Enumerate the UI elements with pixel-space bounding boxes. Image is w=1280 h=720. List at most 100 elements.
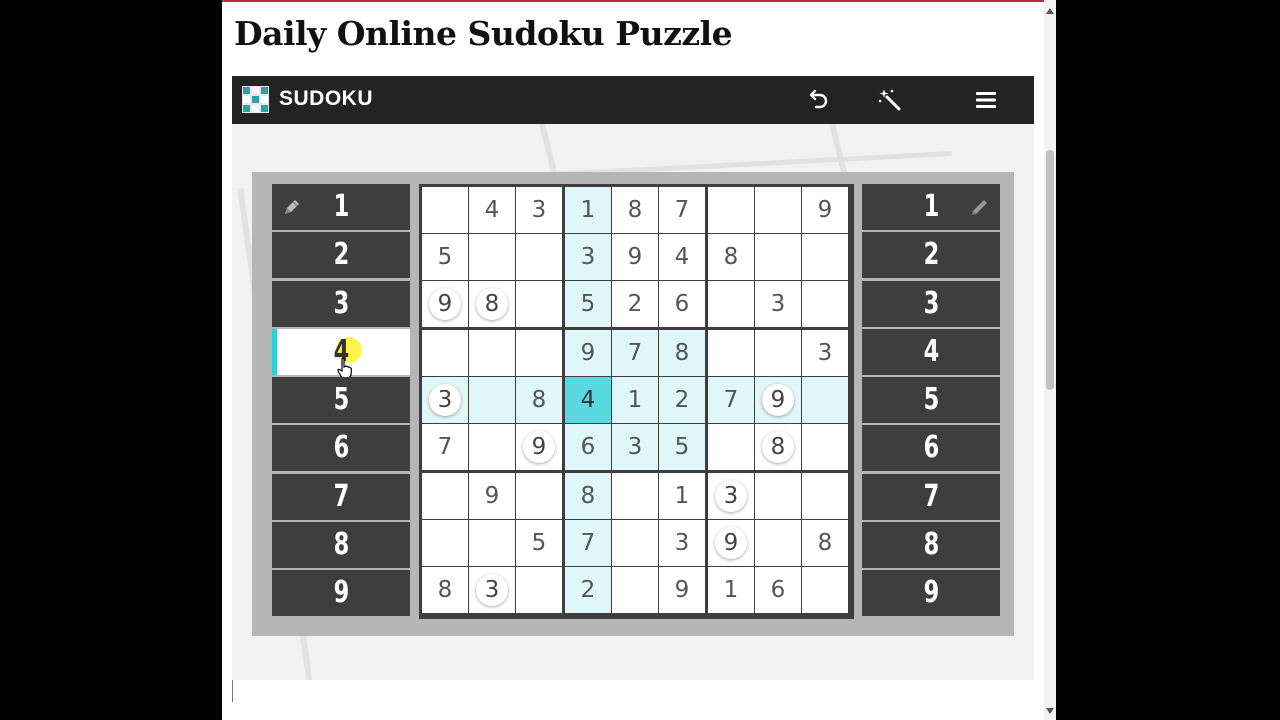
grid-cell[interactable] <box>802 424 848 470</box>
grid-cell[interactable] <box>755 187 801 233</box>
grid-cell[interactable] <box>516 330 562 376</box>
grid-cell[interactable]: 3 <box>659 520 705 566</box>
grid-cell[interactable] <box>469 424 515 470</box>
grid-cell[interactable]: 8 <box>565 473 611 519</box>
grid-cell[interactable] <box>802 377 848 423</box>
right-number-button[interactable]: 3 <box>862 280 1000 327</box>
grid-cell[interactable]: 1 <box>708 567 754 613</box>
undo-button[interactable] <box>802 84 834 116</box>
grid-cell[interactable]: 9 <box>802 187 848 233</box>
grid-cell[interactable]: 5 <box>565 281 611 327</box>
grid-cell[interactable] <box>755 330 801 376</box>
grid-cell[interactable]: 3 <box>612 424 658 470</box>
grid-cell[interactable] <box>802 281 848 327</box>
grid-cell[interactable]: 9 <box>422 281 468 327</box>
right-number-button[interactable]: 5 <box>862 377 1000 423</box>
grid-cell[interactable]: 1 <box>612 377 658 423</box>
grid-cell[interactable]: 3 <box>802 330 848 376</box>
grid-cell[interactable]: 9 <box>612 234 658 280</box>
menu-button[interactable] <box>970 84 1002 116</box>
grid-cell[interactable]: 6 <box>755 567 801 613</box>
grid-cell[interactable]: 5 <box>659 424 705 470</box>
grid-cell[interactable] <box>516 281 562 327</box>
grid-cell[interactable] <box>802 567 848 613</box>
grid-cell[interactable]: 3 <box>516 187 562 233</box>
grid-cell[interactable] <box>708 424 754 470</box>
grid-cell[interactable]: 2 <box>612 281 658 327</box>
left-number-button[interactable]: 8 <box>272 521 410 568</box>
grid-cell[interactable] <box>708 330 754 376</box>
grid-cell[interactable]: 8 <box>612 187 658 233</box>
left-number-button[interactable]: 7 <box>272 473 410 520</box>
right-number-button[interactable]: 9 <box>862 570 1000 616</box>
right-number-button[interactable]: 2 <box>862 232 1000 279</box>
grid-cell[interactable]: 9 <box>516 424 562 470</box>
grid-cell[interactable] <box>469 234 515 280</box>
grid-cell[interactable]: 7 <box>659 187 705 233</box>
grid-cell[interactable] <box>802 234 848 280</box>
grid-cell[interactable] <box>708 281 754 327</box>
grid-cell[interactable] <box>708 187 754 233</box>
right-number-button[interactable]: 6 <box>862 425 1000 472</box>
grid-cell[interactable] <box>516 234 562 280</box>
grid-cell[interactable]: 5 <box>516 520 562 566</box>
grid-cell[interactable]: 6 <box>565 424 611 470</box>
grid-cell[interactable]: 7 <box>565 520 611 566</box>
grid-cell[interactable]: 8 <box>802 520 848 566</box>
grid-cell[interactable]: 7 <box>708 377 754 423</box>
left-number-button[interactable]: 6 <box>272 425 410 472</box>
grid-cell[interactable]: 1 <box>565 187 611 233</box>
left-number-button[interactable]: 3 <box>272 280 410 327</box>
scroll-down-arrow-icon[interactable] <box>1046 708 1054 714</box>
grid-cell[interactable]: 7 <box>422 424 468 470</box>
left-number-button[interactable]: 9 <box>272 570 410 616</box>
grid-cell[interactable]: 9 <box>469 473 515 519</box>
scrollbar-thumb[interactable] <box>1046 150 1054 390</box>
grid-cell[interactable]: 8 <box>755 424 801 470</box>
grid-cell[interactable]: 9 <box>708 520 754 566</box>
grid-cell[interactable] <box>469 520 515 566</box>
grid-cell[interactable]: 2 <box>565 567 611 613</box>
grid-cell[interactable] <box>422 187 468 233</box>
hint-button[interactable] <box>874 84 906 116</box>
grid-cell[interactable]: 8 <box>516 377 562 423</box>
grid-cell[interactable] <box>612 473 658 519</box>
grid-cell[interactable]: 8 <box>422 567 468 613</box>
grid-cell[interactable]: 3 <box>422 377 468 423</box>
left-number-button[interactable]: 5 <box>272 377 410 423</box>
grid-cell[interactable]: 4 <box>565 377 611 423</box>
page-scrollbar[interactable] <box>1044 0 1056 720</box>
grid-cell[interactable] <box>422 520 468 566</box>
right-number-button[interactable]: 4 <box>862 328 1000 375</box>
grid-cell[interactable] <box>469 330 515 376</box>
grid-cell[interactable] <box>516 473 562 519</box>
grid-cell[interactable] <box>516 567 562 613</box>
grid-cell[interactable] <box>422 473 468 519</box>
grid-cell[interactable] <box>755 520 801 566</box>
grid-cell[interactable]: 3 <box>469 567 515 613</box>
grid-cell[interactable]: 4 <box>469 187 515 233</box>
grid-cell[interactable]: 2 <box>659 377 705 423</box>
left-number-button[interactable]: 4 <box>272 328 410 379</box>
grid-cell[interactable]: 9 <box>659 567 705 613</box>
grid-cell[interactable]: 8 <box>469 281 515 327</box>
grid-cell[interactable]: 3 <box>755 281 801 327</box>
grid-cell[interactable]: 7 <box>612 330 658 376</box>
scroll-up-arrow-icon[interactable] <box>1046 8 1054 14</box>
grid-cell[interactable]: 8 <box>708 234 754 280</box>
right-number-button[interactable]: 7 <box>862 473 1000 520</box>
grid-cell[interactable] <box>755 234 801 280</box>
grid-cell[interactable]: 8 <box>659 330 705 376</box>
grid-cell[interactable] <box>469 377 515 423</box>
grid-cell[interactable] <box>612 520 658 566</box>
grid-cell[interactable]: 3 <box>708 473 754 519</box>
grid-cell[interactable]: 9 <box>755 377 801 423</box>
grid-cell[interactable] <box>755 473 801 519</box>
grid-cell[interactable]: 1 <box>659 473 705 519</box>
grid-cell[interactable]: 4 <box>659 234 705 280</box>
grid-cell[interactable]: 3 <box>565 234 611 280</box>
grid-cell[interactable] <box>612 567 658 613</box>
grid-cell[interactable] <box>802 473 848 519</box>
grid-cell[interactable]: 9 <box>565 330 611 376</box>
grid-cell[interactable] <box>422 330 468 376</box>
